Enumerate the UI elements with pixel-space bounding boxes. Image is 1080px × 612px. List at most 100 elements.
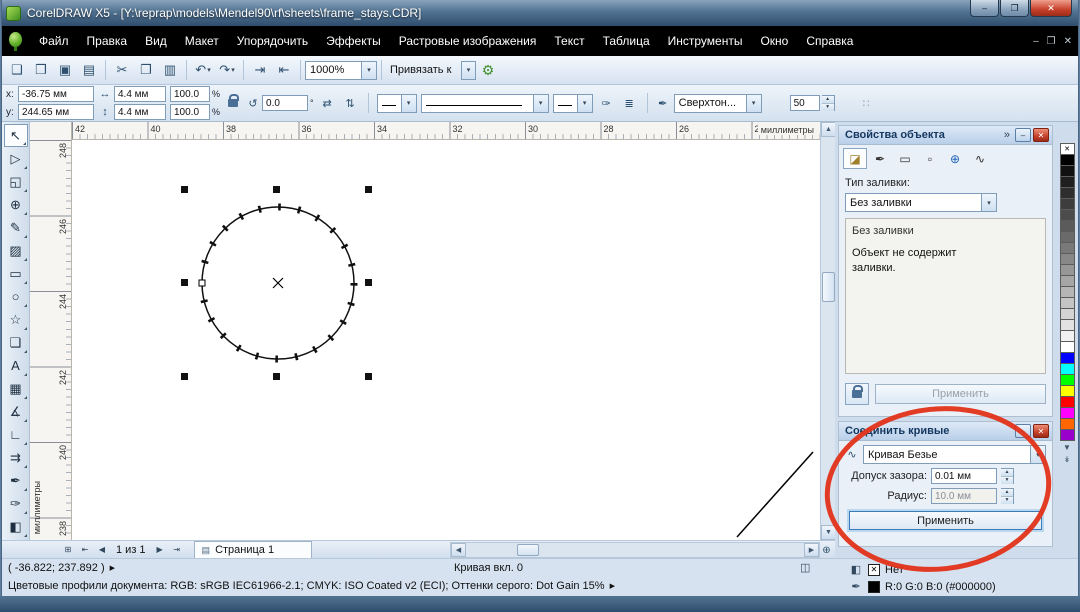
chevron-down-icon[interactable]: ▾	[1030, 446, 1045, 463]
doc-restore-icon[interactable]: ❐	[1047, 36, 1056, 47]
document-info-icon[interactable]: ◫	[800, 561, 810, 574]
chevron-right-icon[interactable]: »	[1004, 129, 1010, 141]
scroll-down-icon[interactable]: ▼	[821, 525, 836, 540]
undo-button[interactable]: ↶▾	[191, 59, 215, 81]
ellipse-tool[interactable]: ○	[4, 285, 28, 308]
palette-expand-icon[interactable]: ↡	[1060, 453, 1075, 465]
export-button[interactable]: ⇤	[272, 59, 296, 81]
spin-up-icon[interactable]: ▲	[1001, 469, 1013, 477]
table-tool[interactable]: ▦	[4, 377, 28, 400]
outline-color-swatch[interactable]	[868, 581, 880, 593]
freehand-tool[interactable]: ✎	[4, 216, 28, 239]
scale-y-field[interactable]: 100.0	[170, 104, 210, 120]
menu-item[interactable]: Эффекты	[317, 26, 390, 56]
internet-tab[interactable]: ⊕	[943, 148, 967, 169]
first-page-icon[interactable]: ⇤	[77, 542, 93, 557]
chevron-down-icon[interactable]: ▾	[577, 95, 592, 112]
eyedropper-tool[interactable]: ✒	[4, 469, 28, 492]
scroll-up-icon[interactable]: ▲	[821, 122, 836, 137]
zoom-page-icon[interactable]: ⊕	[819, 543, 834, 558]
gap-tolerance-spinner[interactable]: ▲▼	[1001, 468, 1014, 484]
mirror-vertical-button[interactable]: ⇅	[341, 94, 360, 112]
start-arrowhead-combo[interactable]: ▾	[377, 94, 417, 113]
menu-item[interactable]: Вид	[136, 26, 176, 56]
mirror-horizontal-button[interactable]: ⇄	[318, 94, 337, 112]
open-button[interactable]: ❒	[29, 59, 53, 81]
vertical-ruler[interactable]: 248246244242240238 миллиметры	[30, 122, 72, 540]
docker-close-button[interactable]: ✕	[1033, 424, 1049, 438]
menu-item[interactable]: Упорядочить	[228, 26, 317, 56]
vertical-scrollbar[interactable]: ▲ ▼	[820, 122, 835, 540]
handle-bottom-right[interactable]	[365, 373, 372, 380]
lock-properties-button[interactable]	[845, 383, 869, 405]
end-arrowhead-combo[interactable]: ▾	[553, 94, 593, 113]
next-page-icon[interactable]: ▶	[152, 542, 168, 557]
chevron-down-icon[interactable]: ▾	[461, 61, 476, 80]
x-position-field[interactable]: -36.75 мм	[18, 86, 94, 102]
docker-minimize-button[interactable]: –	[1015, 424, 1031, 438]
menu-item[interactable]: Окно	[751, 26, 797, 56]
horizontal-scroll-thumb[interactable]	[517, 544, 539, 556]
title-bar[interactable]: CorelDRAW X5 - [Y:\reprap\models\Mendel9…	[0, 0, 1080, 26]
menu-item[interactable]: Правка	[78, 26, 137, 56]
new-button[interactable]: ❑	[5, 59, 29, 81]
fill-none-swatch[interactable]: ✕	[868, 564, 880, 576]
spin-up-icon[interactable]: ▲	[822, 96, 834, 104]
join-apply-button[interactable]: Применить	[849, 511, 1042, 530]
previous-page-icon[interactable]: ◀	[94, 542, 110, 557]
rotation-angle-field[interactable]: 0.0	[262, 95, 308, 111]
fill-type-combo[interactable]: Без заливки ▾	[845, 193, 997, 212]
menu-item[interactable]: Файл	[30, 26, 78, 56]
menu-item[interactable]: Растровые изображения	[390, 26, 546, 56]
connector-tool[interactable]: ∟	[4, 423, 28, 446]
snap-to-combo[interactable]: Привязать к ▾	[386, 61, 476, 80]
chevron-down-icon[interactable]: ▾	[981, 194, 996, 211]
expand-arrow-icon[interactable]: ▶	[110, 564, 115, 572]
last-page-icon[interactable]: ⇥	[169, 542, 185, 557]
outline-width-combo[interactable]: Сверхтон... ▾	[674, 94, 762, 113]
menu-item[interactable]: Макет	[176, 26, 228, 56]
doc-close-icon[interactable]: ✕	[1064, 36, 1072, 47]
chevron-down-icon[interactable]: ▾	[746, 95, 761, 112]
expand-arrow-icon[interactable]: ▶	[610, 582, 615, 590]
docker-header[interactable]: Соединить кривые – ✕	[839, 422, 1052, 441]
gap-tolerance-field[interactable]: 0.01 мм	[931, 468, 997, 484]
y-position-field[interactable]: 244.65 мм	[18, 104, 94, 120]
options-gear-icon[interactable]: ⚙	[476, 62, 500, 79]
scale-x-field[interactable]: 100.0	[170, 86, 210, 102]
menu-item[interactable]: Текст	[545, 26, 593, 56]
docker-header[interactable]: Свойства объекта » – ✕	[839, 126, 1052, 145]
grid-dots-icon[interactable]: ∷	[857, 94, 876, 112]
purple[interactable]	[1060, 429, 1075, 441]
redo-button[interactable]: ↷▾	[215, 59, 239, 81]
zoom-level-combo[interactable]: 1000% ▾	[305, 61, 377, 80]
chevron-down-icon[interactable]: ▾	[361, 62, 376, 79]
outline-tab[interactable]: ✒	[868, 148, 892, 169]
object-height-field[interactable]: 4.4 мм	[114, 104, 166, 120]
drawing-canvas[interactable]	[72, 140, 820, 540]
horizontal-scrollbar[interactable]: ◀ ▶	[450, 542, 820, 558]
cut-button[interactable]: ✂	[110, 59, 134, 81]
paste-button[interactable]: ▥	[158, 59, 182, 81]
curve-tab[interactable]: ∿	[968, 148, 992, 169]
blend-tool[interactable]: ⇉	[4, 446, 28, 469]
size-tab[interactable]: ▭	[893, 148, 917, 169]
outline-pen-tool[interactable]: ✑	[4, 492, 28, 515]
text-wrap-icon[interactable]: ≣	[620, 94, 639, 112]
detail-tab[interactable]: ▫	[918, 148, 942, 169]
docker-close-button[interactable]: ✕	[1033, 128, 1049, 142]
text-tool[interactable]: A	[4, 354, 28, 377]
zoom-tool[interactable]: ⊕	[4, 193, 28, 216]
vertical-scroll-thumb[interactable]	[822, 272, 835, 302]
print-button[interactable]: ▤	[77, 59, 101, 81]
menu-item[interactable]: Инструменты	[659, 26, 752, 56]
horizontal-ruler[interactable]: 42403836343230282624 миллиметры	[72, 122, 820, 140]
handle-bottom-left[interactable]	[181, 373, 188, 380]
fill-tab[interactable]: ◪	[843, 148, 867, 169]
import-button[interactable]: ⇥	[248, 59, 272, 81]
chevron-down-icon[interactable]: ▾	[401, 95, 416, 112]
chevron-down-icon[interactable]: ▾	[533, 95, 548, 112]
minimize-button[interactable]: –	[970, 0, 999, 17]
page-tab[interactable]: ▤ Страница 1	[194, 541, 312, 558]
outline-pen-icon[interactable]: ✑	[597, 94, 616, 112]
